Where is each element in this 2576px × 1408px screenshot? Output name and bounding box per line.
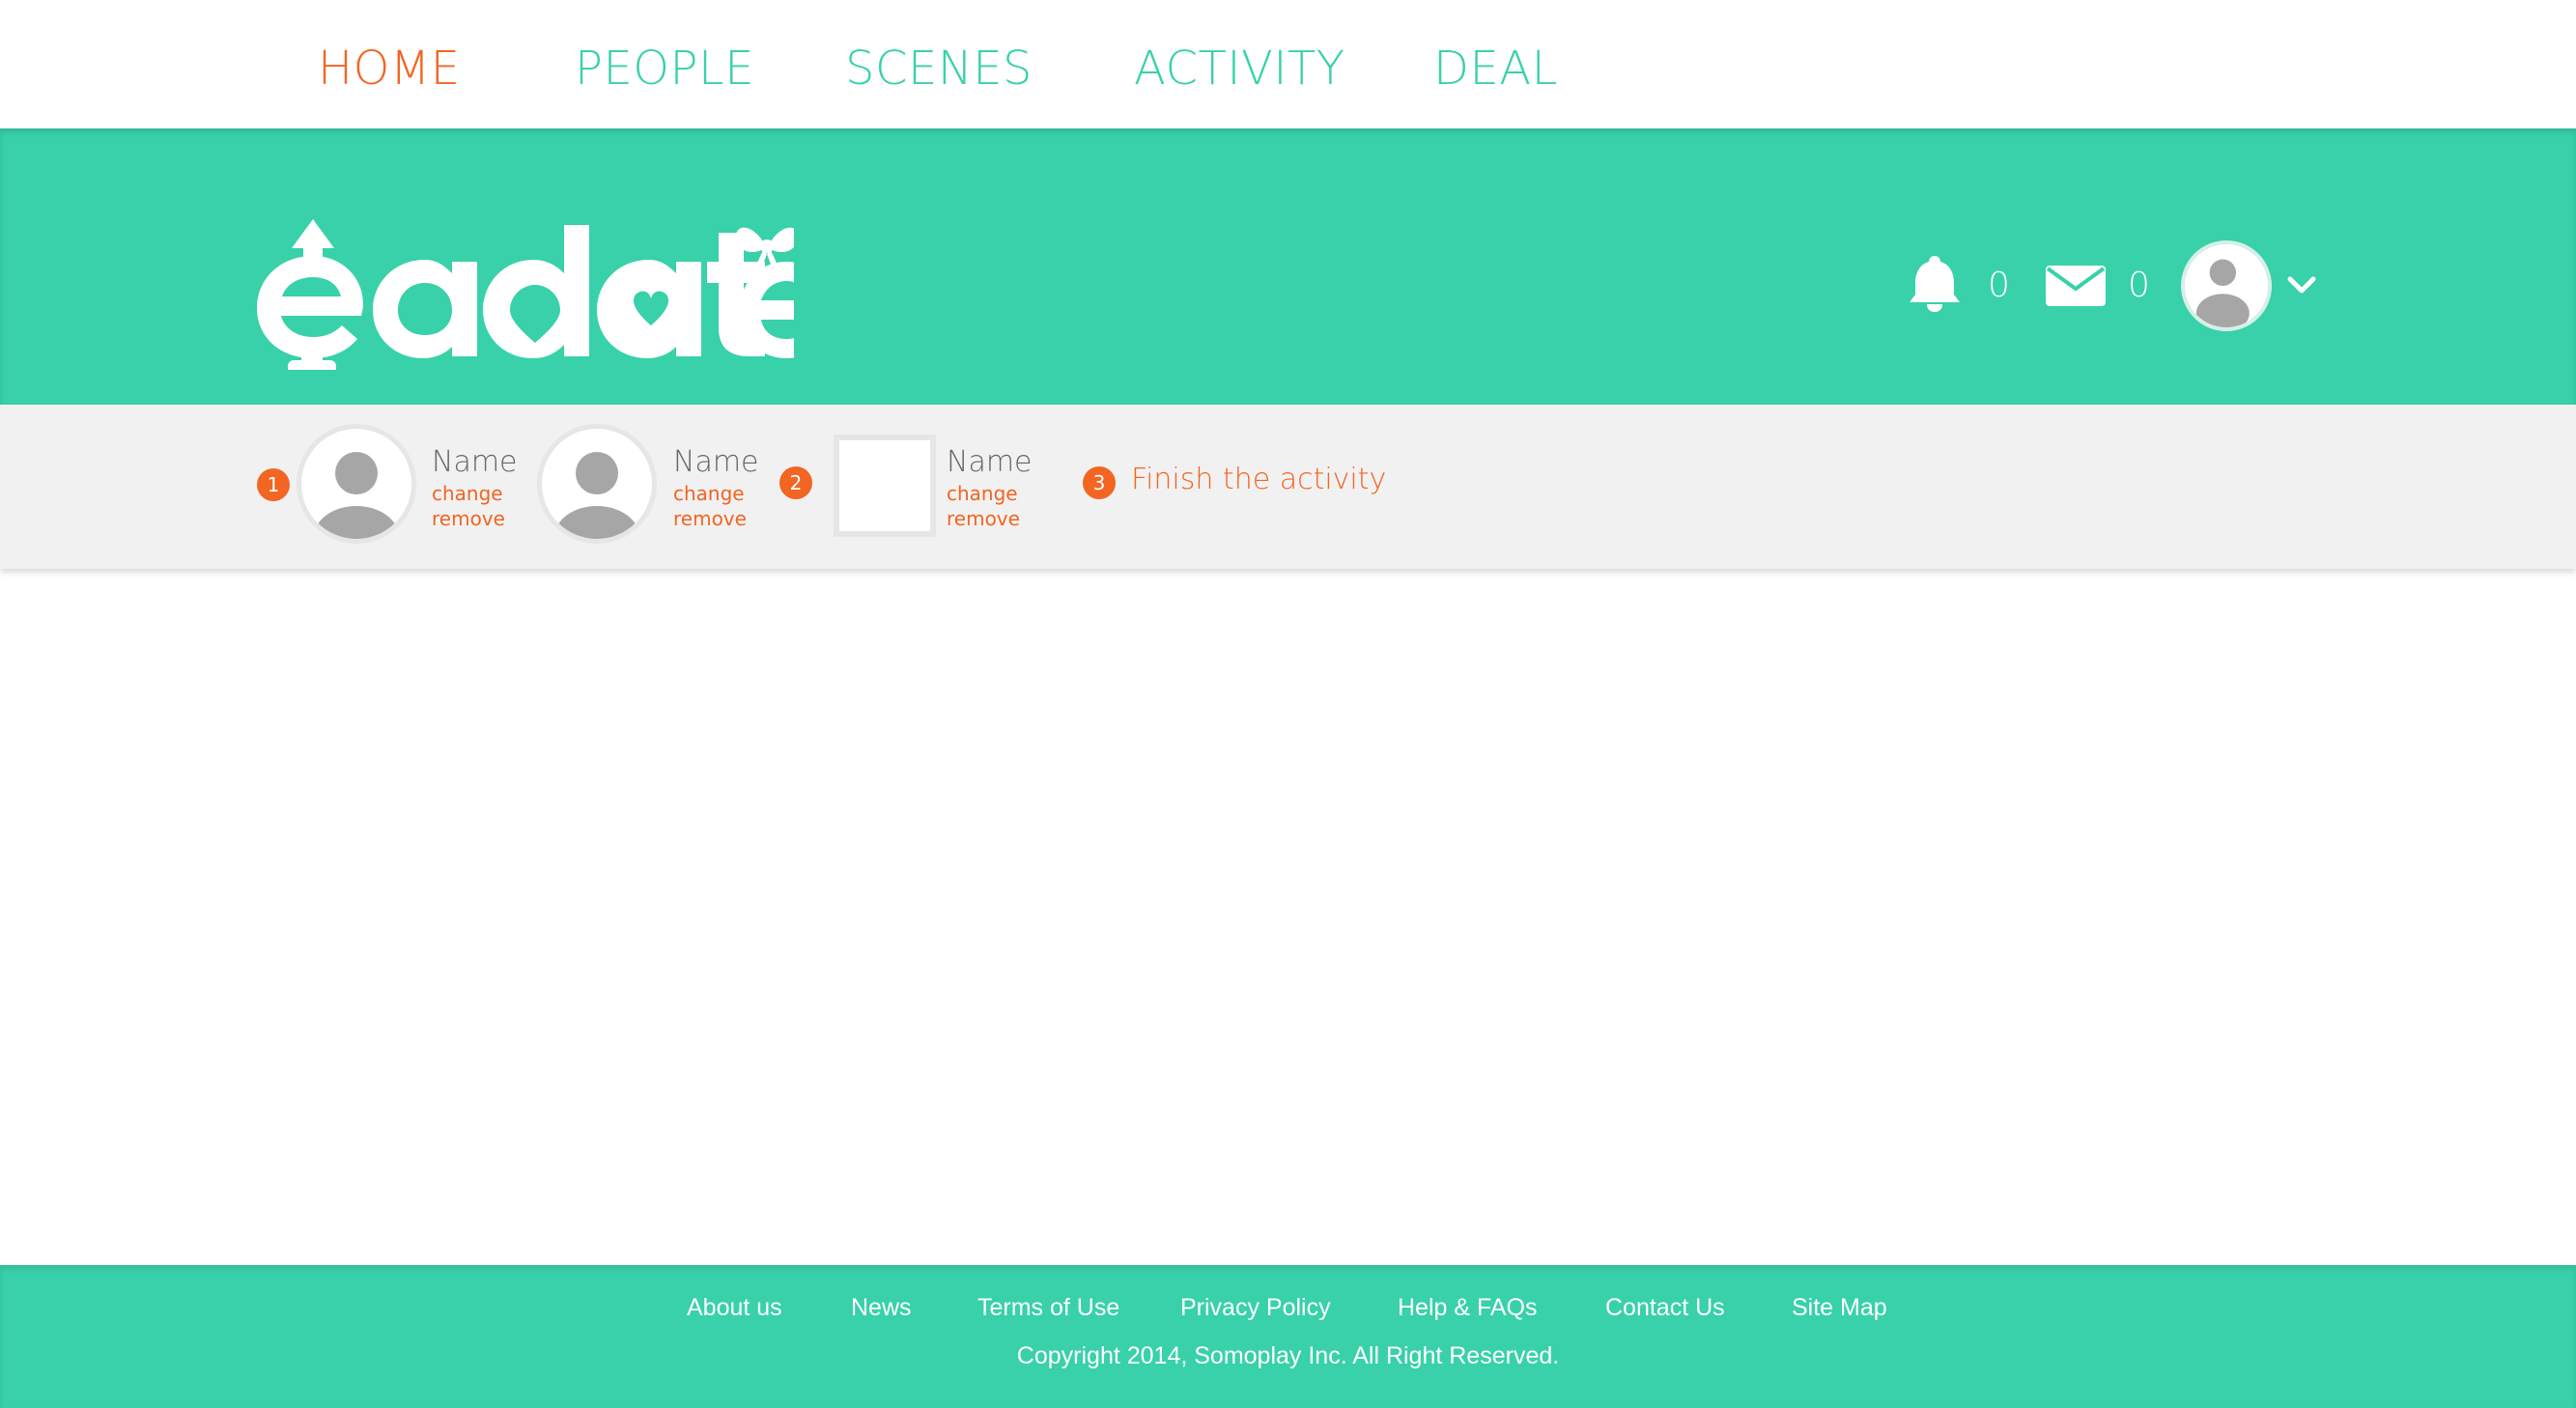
- site-header: 0 0: [0, 128, 2576, 405]
- nav-activity[interactable]: ACTIVITY: [1134, 0, 1345, 128]
- user-silhouette-icon: [2195, 259, 2250, 327]
- remove-link[interactable]: remove: [947, 507, 1020, 530]
- footer-link-news[interactable]: News: [851, 1294, 912, 1322]
- top-nav: HOME PEOPLE SCENES ACTIVITY DEAL: [0, 0, 2576, 128]
- change-link[interactable]: change: [947, 482, 1018, 505]
- step-badge: 1: [257, 468, 290, 501]
- step-badge: 2: [779, 466, 812, 499]
- change-link[interactable]: change: [673, 482, 745, 505]
- envelope-icon[interactable]: [2046, 266, 2106, 306]
- site-footer: About us News Terms of Use Privacy Polic…: [0, 1265, 2576, 1408]
- nav-deal[interactable]: DEAL: [1433, 0, 1558, 128]
- footer-link-sitemap[interactable]: Site Map: [1792, 1294, 1887, 1322]
- chevron-down-icon[interactable]: [2282, 271, 2321, 300]
- eadate-logo[interactable]: [253, 206, 794, 370]
- step-badge: 3: [1083, 466, 1116, 499]
- user-silhouette-icon: [314, 452, 399, 539]
- user-silhouette-icon: [554, 452, 639, 539]
- nav-scenes[interactable]: SCENES: [845, 0, 1033, 128]
- notifications-count: 0: [1988, 266, 2010, 305]
- scene-name: Name: [947, 445, 1033, 479]
- scene-photo[interactable]: [834, 435, 936, 537]
- remove-link[interactable]: remove: [432, 507, 505, 530]
- avatar[interactable]: [2181, 240, 2272, 331]
- participant-photo[interactable]: [537, 424, 657, 544]
- nav-home[interactable]: HOME: [318, 0, 461, 128]
- footer-link-contact[interactable]: Contact Us: [1605, 1294, 1725, 1322]
- footer-link-about[interactable]: About us: [687, 1294, 782, 1322]
- participant-name: Name: [673, 445, 759, 479]
- change-link[interactable]: change: [432, 482, 503, 505]
- remove-link[interactable]: remove: [673, 507, 747, 530]
- messages-count: 0: [2128, 266, 2150, 305]
- footer-link-terms[interactable]: Terms of Use: [977, 1294, 1119, 1322]
- activity-bar: 1 Name change remove Name change remove …: [0, 405, 2576, 569]
- participant-photo[interactable]: [297, 424, 416, 544]
- finish-activity-link[interactable]: Finish the activity: [1131, 463, 1386, 496]
- footer-link-help[interactable]: Help & FAQs: [1398, 1294, 1538, 1322]
- participant-name: Name: [432, 445, 518, 479]
- footer-link-privacy[interactable]: Privacy Policy: [1180, 1294, 1331, 1322]
- bell-icon[interactable]: [1908, 254, 1962, 312]
- copyright-text: Copyright 2014, Somoplay Inc. All Right …: [1016, 1342, 1560, 1369]
- nav-people[interactable]: PEOPLE: [575, 0, 754, 128]
